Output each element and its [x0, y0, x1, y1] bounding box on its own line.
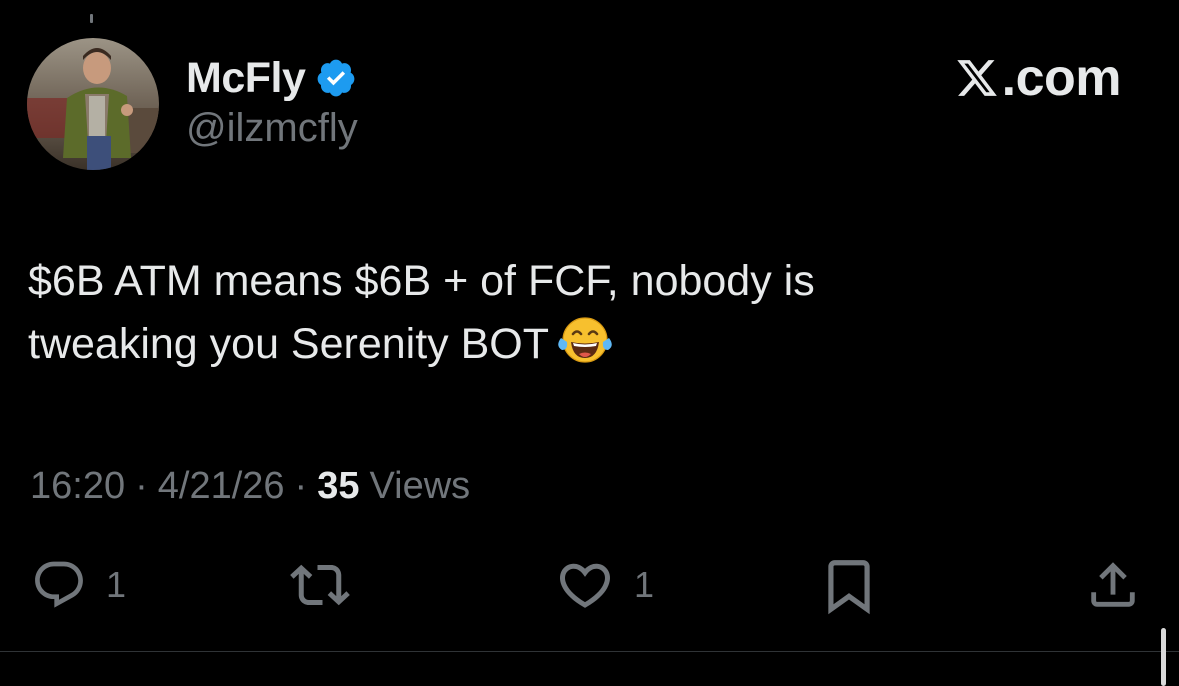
display-name[interactable]: McFly [186, 52, 306, 104]
bookmark-icon [828, 560, 870, 615]
avatar-photo [27, 38, 159, 170]
divider [0, 651, 1179, 652]
meta-separator: · [135, 465, 148, 507]
bookmark-button[interactable] [818, 555, 880, 617]
repost-icon [290, 564, 350, 606]
x-logo-icon [956, 60, 997, 96]
tweet-text: $6B ATM means $6B + of FCF, nobody is tw… [28, 250, 1128, 376]
action-bar: 1 1 [0, 555, 1179, 625]
verified-badge-icon[interactable] [315, 57, 357, 99]
meta-separator: · [294, 465, 308, 507]
share-icon [1091, 562, 1135, 607]
tweet-time[interactable]: 16:20 [30, 462, 125, 510]
views-label[interactable]: Views [369, 462, 470, 510]
heart-icon [559, 563, 611, 608]
reply-button[interactable]: 1 [30, 555, 126, 615]
author-block: McFly @ilzmcfly [186, 52, 358, 154]
repost-button[interactable] [286, 555, 372, 615]
tweet-meta: 16:20 · 4/21/26 · 35 Views [30, 462, 470, 510]
share-button[interactable] [1084, 555, 1142, 615]
face-with-tears-of-joy-icon [558, 317, 612, 363]
like-button[interactable]: 1 [554, 555, 654, 615]
avatar[interactable] [27, 38, 159, 170]
scrollbar[interactable] [1161, 628, 1166, 686]
tweet-body: $6B ATM means $6B + of FCF, nobody is tw… [28, 257, 815, 368]
brand-domain: .com [1001, 49, 1122, 107]
handle[interactable]: @ilzmcfly [186, 102, 358, 154]
top-tick [90, 14, 93, 23]
brand-watermark: .com [954, 48, 1122, 108]
reply-icon [35, 561, 83, 608]
views-count[interactable]: 35 [317, 462, 359, 510]
like-count: 1 [634, 564, 655, 605]
tweet-date[interactable]: 4/21/26 [158, 462, 285, 510]
reply-count: 1 [106, 564, 127, 605]
